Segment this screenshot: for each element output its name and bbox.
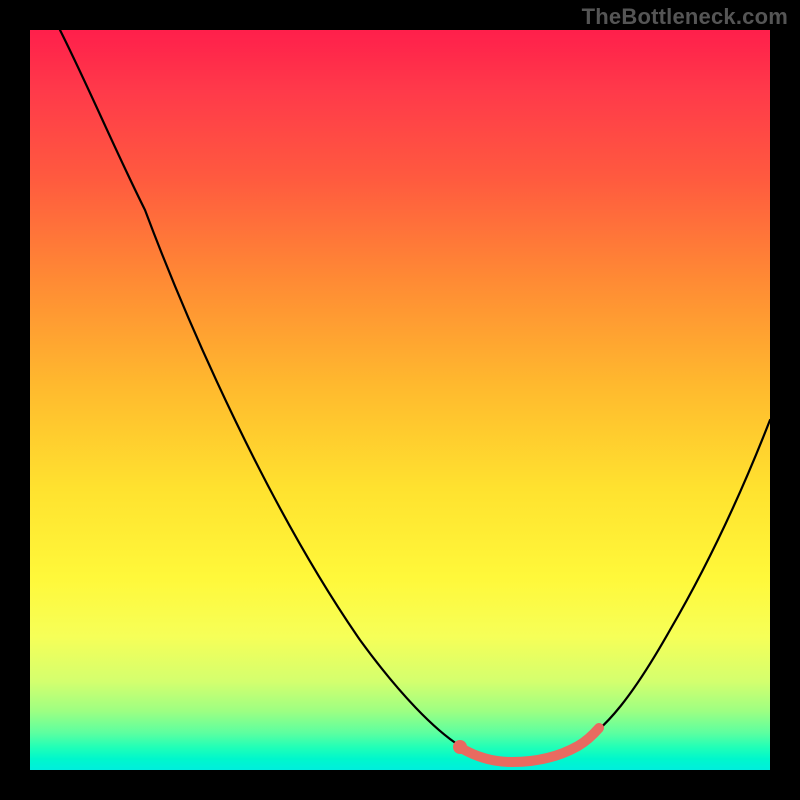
optimal-range-start-dot [453, 740, 467, 754]
watermark-text: TheBottleneck.com [582, 4, 788, 30]
plot-area [30, 30, 770, 770]
optimal-range-highlight [461, 728, 599, 762]
chart-frame: TheBottleneck.com [0, 0, 800, 800]
chart-overlay [30, 30, 770, 770]
bottleneck-curve [60, 30, 770, 761]
